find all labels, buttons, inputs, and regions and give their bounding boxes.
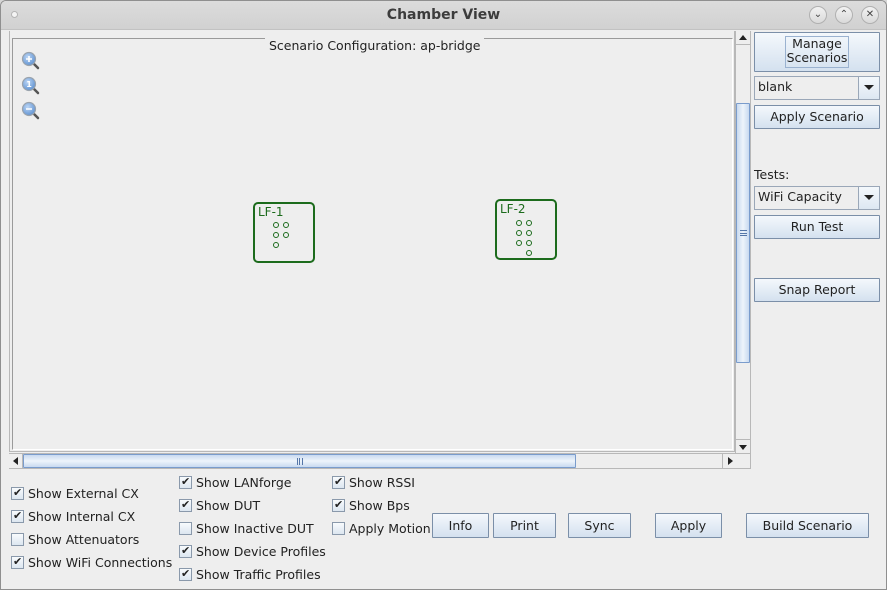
show-wifi-connections-checkbox[interactable]: Show WiFi Connections (11, 554, 172, 570)
scenario-select-dropdown[interactable] (858, 77, 879, 99)
manage-scenarios-button[interactable]: Manage Scenarios (754, 32, 880, 72)
checkbox-label: Show WiFi Connections (28, 554, 173, 570)
checkbox-label: Show Inactive DUT (196, 520, 314, 536)
zoom-reset-icon[interactable]: 1 (21, 76, 41, 96)
checkbox-icon (179, 475, 192, 489)
checkbox-icon (332, 498, 345, 512)
port-icon (273, 242, 279, 248)
horizontal-scroll-thumb[interactable] (23, 454, 576, 468)
checkbox-icon (11, 555, 24, 569)
port-icon (516, 230, 522, 236)
apply-scenario-button[interactable]: Apply Scenario (754, 105, 880, 129)
scroll-left-button[interactable] (9, 454, 23, 468)
port-icon (526, 220, 532, 226)
port-icon (273, 222, 279, 228)
zoom-out-icon[interactable] (21, 101, 41, 121)
arrow-left-icon (13, 457, 18, 465)
port-icon (516, 240, 522, 246)
tests-select-dropdown[interactable] (858, 187, 879, 209)
apply-motion-checkbox[interactable]: Apply Motion (332, 520, 431, 536)
checkbox-icon (179, 498, 192, 512)
arrow-down-icon (739, 445, 747, 450)
build-scenario-button[interactable]: Build Scenario (746, 513, 869, 538)
port-icon (526, 250, 532, 256)
checkbox-label: Show LANforge (196, 474, 292, 490)
window-title: Chamber View (386, 7, 501, 23)
print-button[interactable]: Print (493, 513, 556, 538)
checkbox-label: Show RSSI (349, 474, 415, 490)
port-icon (283, 232, 289, 238)
checkbox-icon (11, 486, 24, 500)
port-icon (283, 222, 289, 228)
show-attenuators-checkbox[interactable]: Show Attenuators (11, 531, 139, 547)
tests-label: Tests: (754, 167, 790, 182)
zoom-in-icon[interactable] (21, 51, 41, 71)
scrollbar-corner (736, 453, 751, 469)
tests-select-value: WiFi Capacity (758, 189, 842, 204)
snap-report-button[interactable]: Snap Report (754, 278, 880, 302)
checkbox-icon (179, 521, 192, 535)
checkbox-icon (179, 567, 192, 581)
checkbox-label: Show Traffic Profiles (196, 566, 321, 582)
info-button[interactable]: Info (432, 513, 489, 538)
scroll-down-button[interactable] (736, 439, 750, 453)
show-internal-cx-checkbox[interactable]: Show Internal CX (11, 508, 135, 524)
focus-ring (785, 36, 849, 68)
port-icon (526, 240, 532, 246)
minimize-button[interactable]: ⌄ (809, 6, 827, 24)
checkbox-label: Show Attenuators (28, 531, 140, 547)
vertical-scrollbar[interactable] (735, 31, 751, 453)
show-device-profiles-checkbox[interactable]: Show Device Profiles (179, 543, 326, 559)
port-icon (273, 232, 279, 238)
horizontal-scrollbar[interactable] (9, 453, 736, 469)
checkbox-label: Apply Motion (349, 520, 431, 536)
sync-button[interactable]: Sync (568, 513, 631, 538)
scenario-select[interactable]: blank (754, 76, 880, 100)
checkbox-label: Show Device Profiles (196, 543, 326, 559)
chevron-down-icon (864, 195, 874, 200)
checkbox-label: Show External CX (28, 485, 139, 501)
arrow-right-icon (728, 457, 733, 465)
show-traffic-profiles-checkbox[interactable]: Show Traffic Profiles (179, 566, 321, 582)
show-inactive-dut-checkbox[interactable]: Show Inactive DUT (179, 520, 314, 536)
grip-icon (296, 458, 303, 465)
checkbox-icon (179, 544, 192, 558)
arrow-up-icon (739, 35, 747, 40)
run-test-button[interactable]: Run Test (754, 215, 880, 239)
scroll-up-button[interactable] (736, 31, 750, 45)
port-icon (516, 220, 522, 226)
lf-1-node[interactable]: LF-1 (253, 202, 315, 263)
checkbox-icon (11, 532, 24, 546)
checkbox-label: Show Bps (349, 497, 410, 513)
chamber-view-window: Chamber View ⌄ ⌃ ✕ Scenario Configuratio… (0, 0, 887, 590)
chevron-down-icon (864, 85, 874, 90)
tests-select[interactable]: WiFi Capacity (754, 186, 880, 210)
port-icon (526, 230, 532, 236)
scenario-select-value: blank (758, 79, 793, 94)
checkbox-label: Show Internal CX (28, 508, 136, 524)
lf-2-label: LF-2 (500, 202, 526, 216)
apply-button[interactable]: Apply (655, 513, 722, 538)
checkbox-icon (332, 521, 345, 535)
scroll-right-button[interactable] (722, 454, 736, 468)
show-rssi-checkbox[interactable]: Show RSSI (332, 474, 415, 490)
title-bar[interactable]: Chamber View ⌄ ⌃ ✕ (1, 1, 886, 30)
checkbox-label: Show DUT (196, 497, 261, 513)
close-button[interactable]: ✕ (861, 6, 879, 24)
lf-1-label: LF-1 (258, 205, 284, 219)
show-dut-checkbox[interactable]: Show DUT (179, 497, 260, 513)
maximize-button[interactable]: ⌃ (835, 6, 853, 24)
scenario-canvas[interactable]: Scenario Configuration: ap-bridge 1 LF-1… (9, 31, 735, 452)
lf-2-node[interactable]: LF-2 (495, 199, 557, 260)
vertical-scroll-thumb[interactable] (736, 103, 750, 363)
scenario-config-title: Scenario Configuration: ap-bridge (265, 38, 485, 53)
checkbox-icon (332, 475, 345, 489)
grip-icon (740, 230, 747, 236)
scenario-config-border: Scenario Configuration: ap-bridge 1 LF-1… (12, 38, 733, 450)
show-bps-checkbox[interactable]: Show Bps (332, 497, 410, 513)
checkbox-icon (11, 509, 24, 523)
svg-text:1: 1 (26, 80, 32, 89)
show-lanforge-checkbox[interactable]: Show LANforge (179, 474, 291, 490)
show-external-cx-checkbox[interactable]: Show External CX (11, 485, 139, 501)
